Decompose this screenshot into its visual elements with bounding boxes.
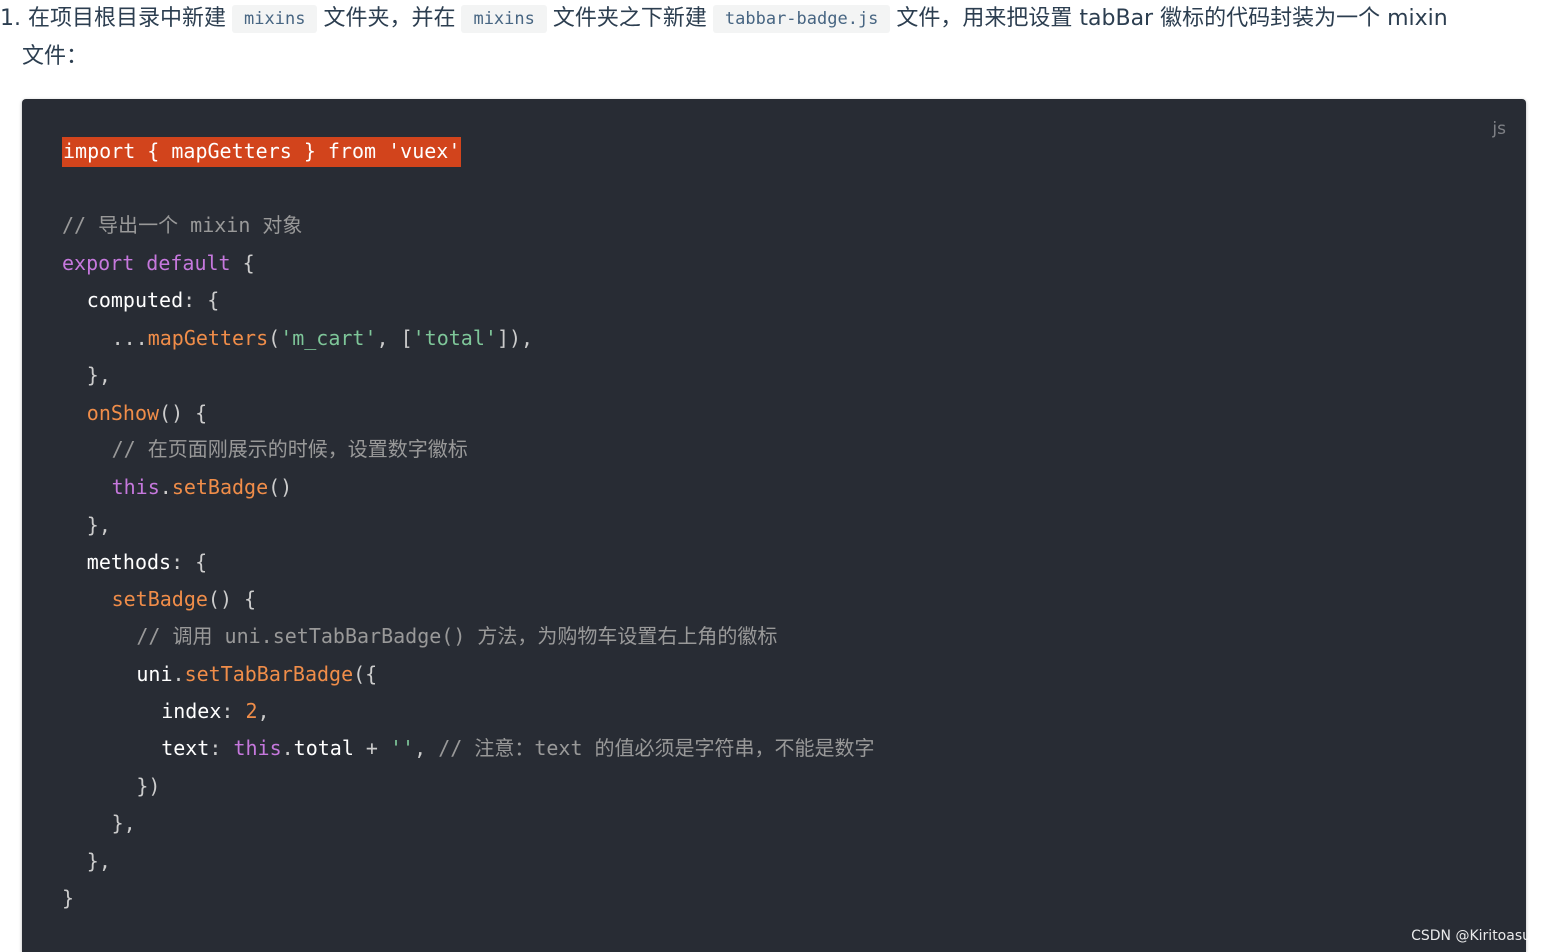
code-token: (): [268, 475, 293, 499]
code-token: 2: [245, 699, 258, 723]
code-token: (: [268, 326, 281, 350]
code-line: setBadge() {: [112, 581, 257, 617]
code-line: },: [87, 843, 111, 879]
code-token: +: [353, 736, 391, 760]
code-line: // 导出一个 mixin 对象: [62, 207, 302, 243]
instruction-text: 文件夹之下新建: [552, 6, 707, 31]
code-token: // 导出一个 mixin 对象: [62, 213, 303, 237]
code-block: js import { mapGetters } from 'vuex' // 导…: [22, 99, 1526, 952]
code-token: }): [136, 774, 161, 798]
code-token: // 注意：text 的值必须是字符串，不能是数字: [438, 736, 875, 760]
code-token: this: [111, 475, 160, 499]
instruction-text: 文件：: [22, 44, 89, 69]
code-token: }: [62, 886, 75, 910]
code-token: ]),: [496, 326, 534, 350]
code-token: 'total': [412, 326, 497, 350]
code-line: },: [87, 507, 111, 543]
code-token: 'm_cart': [280, 326, 377, 350]
instruction-text: 文件，用来把设置 tabBar 徽标的代码封装为一个 mixin: [896, 6, 1448, 31]
code-token: setBadge: [111, 587, 208, 611]
code-token: },: [86, 849, 111, 873]
code-line: ...mapGetters('m_cart', ['total']),: [112, 320, 533, 356]
code-line: // 调用 uni.setTabBarBadge() 方法，为购物车设置右上角的…: [136, 618, 777, 654]
code-line: text: this.total + '', // 注意：text 的值必须是字…: [161, 730, 874, 766]
code-token: () {: [159, 401, 208, 425]
code-token: setBadge: [171, 475, 269, 499]
code-token: },: [111, 811, 136, 835]
code-line: onShow() {: [87, 395, 207, 431]
code-token: total: [293, 736, 354, 760]
instruction-text: 在项目根目录中新建: [28, 6, 227, 31]
watermark: CSDN @Kiritoasu: [1411, 928, 1531, 944]
code-token: text: [161, 736, 210, 760]
code-token: methods: [86, 550, 172, 574]
instruction-line-1: 1. 在项目根目录中新建 mixins 文件夹，并在 mixins 文件夹之下新建 tab…: [0, 0, 1530, 38]
highlighted-selection: import { mapGetters } from 'vuex': [62, 137, 462, 167]
code-token: },: [86, 363, 111, 387]
code-line: index: 2,: [161, 693, 269, 729]
code-line: },: [112, 805, 136, 841]
code-token: : {: [183, 288, 220, 312]
code-line: uni.setTabBarBadge({: [136, 656, 377, 692]
code-token: computed: [86, 288, 184, 312]
code-token: , [: [376, 326, 413, 350]
code-token: .: [159, 475, 172, 499]
instruction-paragraph: 1. 在项目根目录中新建 mixins 文件夹，并在 mixins 文件夹之下新建 tab…: [0, 0, 1530, 76]
code-token: setTabBarBadge: [184, 662, 354, 686]
code-line: import { mapGetters } from 'vuex': [62, 133, 462, 169]
code-token: // 在页面刚展示的时候，设置数字徽标: [111, 437, 468, 461]
code-line: computed: {: [87, 282, 219, 318]
list-number: 1.: [0, 6, 21, 31]
code-line: }): [136, 768, 160, 804]
code-token: this: [233, 736, 282, 760]
inline-code-mixins: mixins: [232, 5, 318, 33]
code-token: '': [390, 736, 415, 760]
code-token: .: [172, 662, 185, 686]
code-token: ,: [414, 736, 439, 760]
code-line: methods: {: [87, 544, 207, 580]
code-token: () {: [207, 587, 257, 611]
code-line: // 在页面刚展示的时候，设置数字徽标: [112, 431, 468, 467]
code-token: ,: [257, 699, 270, 723]
language-tag: js: [1492, 119, 1506, 139]
code-token: :: [221, 699, 246, 723]
code-token: :: [209, 736, 234, 760]
code-line: export default {: [62, 245, 255, 281]
code-token: {: [230, 251, 255, 275]
code-token: index: [161, 699, 222, 723]
inline-code-filename: tabbar-badge.js: [712, 5, 891, 33]
code-line: }: [62, 880, 74, 916]
code-token: : {: [171, 550, 208, 574]
code-token: onShow: [86, 401, 160, 425]
instruction-text: 文件夹，并在: [323, 6, 456, 31]
code-line: },: [87, 357, 111, 393]
inline-code-mixins-2: mixins: [461, 5, 547, 33]
code-token: },: [86, 513, 111, 537]
code-token: ...: [111, 326, 148, 350]
code-token: // 调用 uni.setTabBarBadge() 方法，为购物车设置右上角的…: [136, 624, 778, 648]
code-token: mapGetters: [147, 326, 269, 350]
code-line: this.setBadge(): [112, 469, 293, 505]
code-token: ({: [353, 662, 378, 686]
code-token: uni: [136, 662, 173, 686]
code-token: export: [62, 251, 135, 275]
instruction-line-2: 文件：: [0, 38, 1530, 76]
code-token: default: [146, 251, 231, 275]
code-token: .: [281, 736, 294, 760]
